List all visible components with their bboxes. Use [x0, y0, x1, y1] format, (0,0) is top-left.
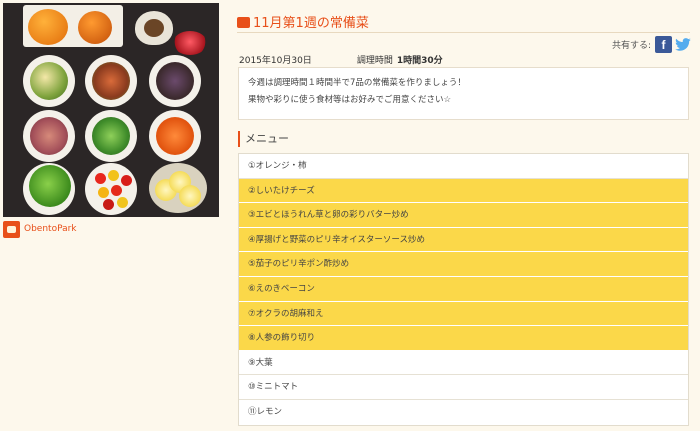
- bowl: [149, 110, 201, 162]
- menu-item[interactable]: ⑨大葉: [239, 350, 688, 376]
- menu-list: ①オレンジ・柿 ②しいたけチーズ ③エビとほうれん草と卵の彩りバター炒め ④厚揚…: [238, 153, 689, 426]
- bowl: [85, 110, 137, 162]
- tomato: [95, 173, 106, 184]
- menu-item[interactable]: ⑤茄子のピリ辛ポン酢炒め: [239, 252, 688, 277]
- persimmon: [78, 11, 112, 44]
- cook-time-label: 調理時間: [356, 56, 393, 66]
- tomato: [111, 185, 122, 196]
- obentopark-logo-icon: [3, 220, 20, 238]
- menu-item[interactable]: ⑧人参の飾り切り: [239, 326, 688, 351]
- menu-item[interactable]: ①オレンジ・柿: [239, 154, 688, 179]
- shiitake: [144, 19, 164, 37]
- orange: [28, 9, 68, 45]
- description-line: 果物や彩りに使う食材等はお好みでご用意ください☆: [248, 95, 452, 105]
- share-label: 共有する:: [611, 41, 651, 51]
- recipe-photo[interactable]: [3, 3, 219, 217]
- menu-item[interactable]: ④厚揚げと野菜のピリ辛オイスターソース炒め: [239, 227, 688, 253]
- recipe-date: 2015年10月30日: [239, 56, 312, 66]
- menu-item[interactable]: ⑦オクラの胡麻和え: [239, 301, 688, 327]
- description-line: 今週は調理時間１時間半で7品の常備菜を作りましょう！: [248, 78, 466, 88]
- tomato: [98, 187, 109, 198]
- recipe-description: 今週は調理時間１時間半で7品の常備菜を作りましょう！ 果物や彩りに使う食材等はお…: [238, 67, 689, 120]
- red-glass: [173, 31, 207, 55]
- twitter-icon[interactable]: [674, 36, 692, 53]
- recipe-title: 11月第1週の常備菜: [253, 15, 369, 31]
- bowl: [149, 55, 201, 107]
- tomato: [117, 197, 128, 208]
- menu-item[interactable]: ⑪レモン: [239, 399, 688, 425]
- tomato: [108, 170, 119, 181]
- bowl: [23, 110, 75, 162]
- lemon-slice: [179, 185, 201, 207]
- share-bar: 共有する: f: [612, 36, 692, 53]
- menu-item[interactable]: ⑩ミニトマト: [239, 375, 688, 400]
- tomato: [121, 175, 132, 186]
- shiso-leaf: [29, 165, 71, 207]
- menu-heading: メニュー: [238, 131, 289, 147]
- bento-icon: [237, 16, 250, 28]
- recipe-title-row: 11月第1週の常備菜: [237, 10, 690, 33]
- menu-item[interactable]: ⑥えのきベーコン: [239, 276, 688, 302]
- cook-time-value: 1時間30分: [396, 56, 443, 66]
- menu-item[interactable]: ②しいたけチーズ: [239, 178, 688, 204]
- facebook-icon[interactable]: f: [655, 36, 672, 53]
- owner-name[interactable]: ObentoPark: [24, 224, 77, 234]
- tomato: [103, 199, 114, 210]
- bowl: [85, 55, 137, 107]
- menu-item[interactable]: ③エビとほうれん草と卵の彩りバター炒め: [239, 203, 688, 228]
- bowl: [23, 55, 75, 107]
- recipe-meta: 2015年10月30日 調理時間 1時間30分: [239, 53, 443, 66]
- owner[interactable]: ObentoPark: [3, 220, 77, 238]
